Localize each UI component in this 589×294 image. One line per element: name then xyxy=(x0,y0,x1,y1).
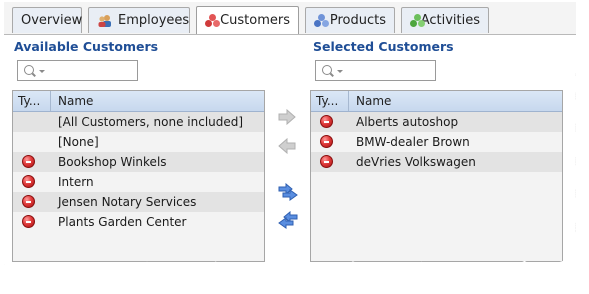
red-customer-icon xyxy=(22,195,35,208)
tab-customers-label: Customers xyxy=(220,13,290,28)
column-header-name[interactable]: Name xyxy=(51,91,93,111)
tab-activities-label: Activities xyxy=(420,13,480,28)
move-all-right-icon[interactable] xyxy=(278,183,298,201)
list-item[interactable]: BMW-dealer Brown xyxy=(311,132,562,152)
tab-products[interactable]: Products xyxy=(305,7,395,33)
selected-customers-title: Selected Customers xyxy=(313,39,454,54)
chevron-down-icon[interactable] xyxy=(39,70,45,73)
red-customer-icon xyxy=(22,175,35,188)
available-customers-list[interactable]: Ty... Name [All Customers, none included… xyxy=(12,90,265,262)
tab-overview[interactable]: Overview xyxy=(12,7,82,33)
customer-selection-dialog: Overview Employees Customers Products Ac… xyxy=(4,2,576,272)
red-customer-icon xyxy=(22,215,35,228)
column-header-type[interactable]: Ty... xyxy=(311,91,349,111)
list-item[interactable]: deVries Volkswagen xyxy=(311,152,562,172)
list-item[interactable]: Jensen Notary Services xyxy=(13,192,264,212)
list-item[interactable]: [None] xyxy=(13,132,264,152)
red-customer-icon xyxy=(320,115,333,128)
list-item[interactable]: Plants Garden Center xyxy=(13,212,264,232)
move-all-left-icon[interactable] xyxy=(278,211,298,229)
tab-customers[interactable]: Customers xyxy=(196,6,299,34)
list-item[interactable]: [All Customers, none included] xyxy=(13,112,264,132)
red-customer-icon xyxy=(320,135,333,148)
chevron-down-icon[interactable] xyxy=(337,70,343,73)
selected-grid-header: Ty... Name xyxy=(311,91,562,112)
products-icon xyxy=(314,13,329,28)
move-left-icon[interactable] xyxy=(278,138,296,154)
tab-products-label: Products xyxy=(329,13,386,28)
red-customer-icon xyxy=(22,155,35,168)
list-item[interactable]: Bookshop Winkels xyxy=(13,152,264,172)
activities-icon xyxy=(410,13,425,28)
column-header-name[interactable]: Name xyxy=(349,91,391,111)
list-item[interactable]: Alberts autoshop xyxy=(311,112,562,132)
move-right-icon[interactable] xyxy=(278,109,296,125)
column-header-type[interactable]: Ty... xyxy=(13,91,51,111)
selected-customers-list[interactable]: Ty... Name Alberts autoshop BMW-dealer B… xyxy=(310,90,563,262)
tab-overview-label: Overview xyxy=(21,13,83,28)
available-grid-header: Ty... Name xyxy=(13,91,264,112)
available-search-input[interactable] xyxy=(17,60,138,81)
red-customer-icon xyxy=(320,155,333,168)
tab-activities[interactable]: Activities xyxy=(401,7,489,33)
customers-icon xyxy=(205,13,220,28)
tab-strip: Overview Employees Customers Products Ac… xyxy=(4,2,576,35)
selected-search-input[interactable] xyxy=(315,60,436,81)
tab-employees[interactable]: Employees xyxy=(88,7,190,33)
list-item[interactable]: Intern xyxy=(13,172,264,192)
employees-icon xyxy=(97,14,113,28)
tab-employees-label: Employees xyxy=(118,13,190,28)
available-customers-title: Available Customers xyxy=(14,39,159,54)
